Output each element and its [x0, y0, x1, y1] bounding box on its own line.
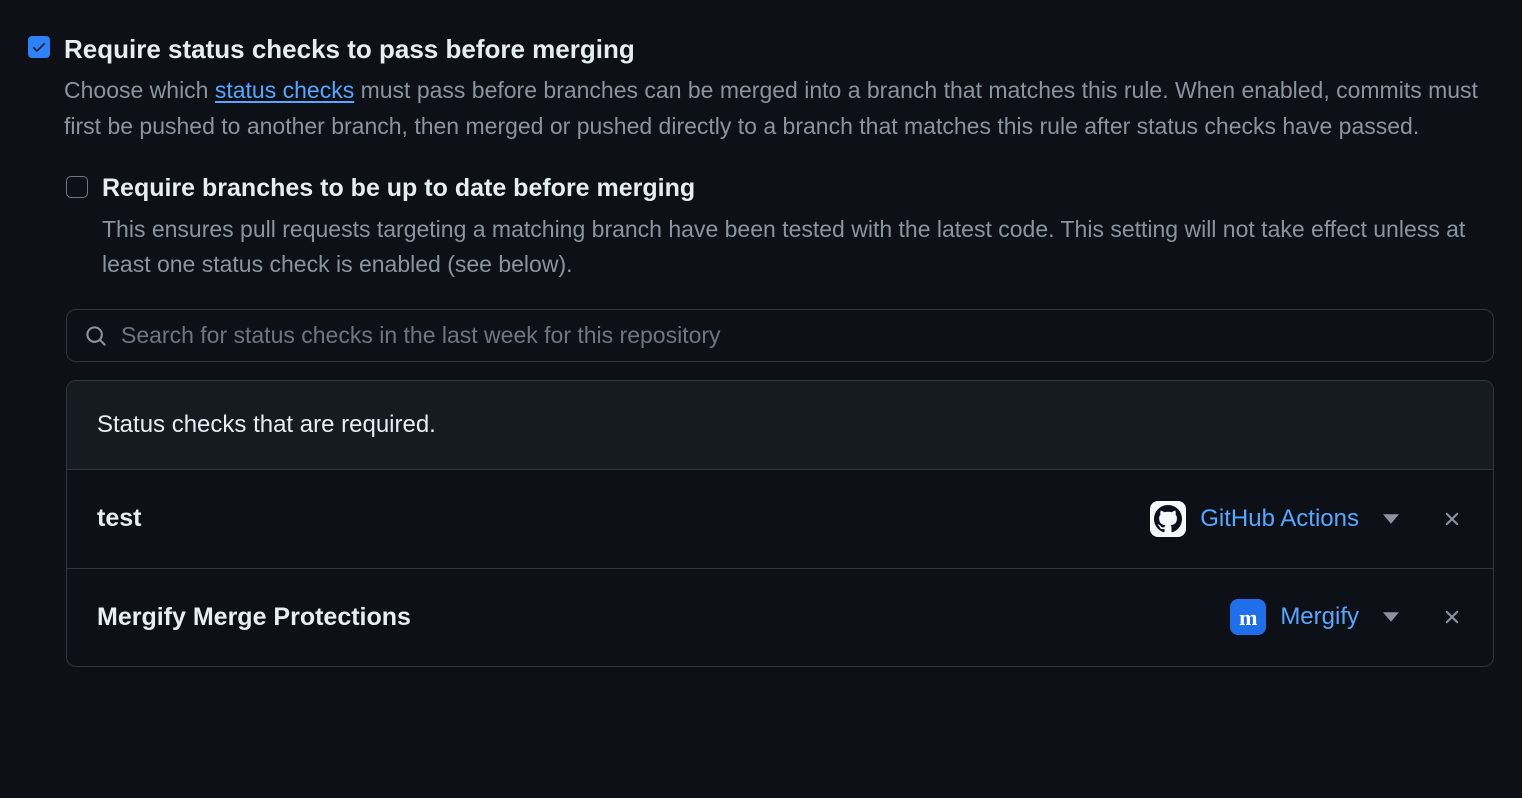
status-checks-search-input[interactable]: [121, 322, 1475, 349]
check-icon: [31, 39, 47, 55]
require-status-checks-title: Require status checks to pass before mer…: [64, 30, 1494, 69]
mergify-icon: m: [1230, 599, 1266, 635]
close-icon: [1441, 606, 1463, 628]
required-checks-header: Status checks that are required.: [67, 381, 1493, 470]
desc-pre-text: Choose which: [64, 77, 215, 103]
status-check-name: test: [97, 500, 1150, 538]
status-checks-search-box[interactable]: [66, 309, 1494, 362]
status-check-source: GitHub Actions: [1150, 501, 1463, 537]
require-status-checks-description: Choose which status checks must pass bef…: [64, 73, 1494, 144]
status-checks-link[interactable]: status checks: [215, 77, 354, 103]
status-check-source: m Mergify: [1230, 599, 1463, 635]
remove-check-button[interactable]: [1441, 508, 1463, 530]
source-dropdown-caret[interactable]: [1383, 514, 1399, 524]
require-up-to-date-description: This ensures pull requests targeting a m…: [102, 212, 1494, 283]
status-check-source-label[interactable]: GitHub Actions: [1200, 501, 1359, 537]
status-check-row: test GitHub Actions: [67, 470, 1493, 569]
github-actions-icon: [1150, 501, 1186, 537]
remove-check-button[interactable]: [1441, 606, 1463, 628]
search-icon: [85, 325, 107, 347]
require-up-to-date-title: Require branches to be up to date before…: [102, 170, 1494, 208]
chevron-down-icon: [1383, 612, 1399, 622]
close-icon: [1441, 508, 1463, 530]
status-check-row: Mergify Merge Protections m Mergify: [67, 569, 1493, 667]
status-check-name: Mergify Merge Protections: [97, 599, 1230, 637]
status-check-source-label[interactable]: Mergify: [1280, 599, 1359, 635]
source-dropdown-caret[interactable]: [1383, 612, 1399, 622]
require-status-checks-checkbox[interactable]: [28, 36, 50, 58]
chevron-down-icon: [1383, 514, 1399, 524]
require-up-to-date-checkbox[interactable]: [66, 176, 88, 198]
required-checks-panel: Status checks that are required. test Gi…: [66, 380, 1494, 667]
